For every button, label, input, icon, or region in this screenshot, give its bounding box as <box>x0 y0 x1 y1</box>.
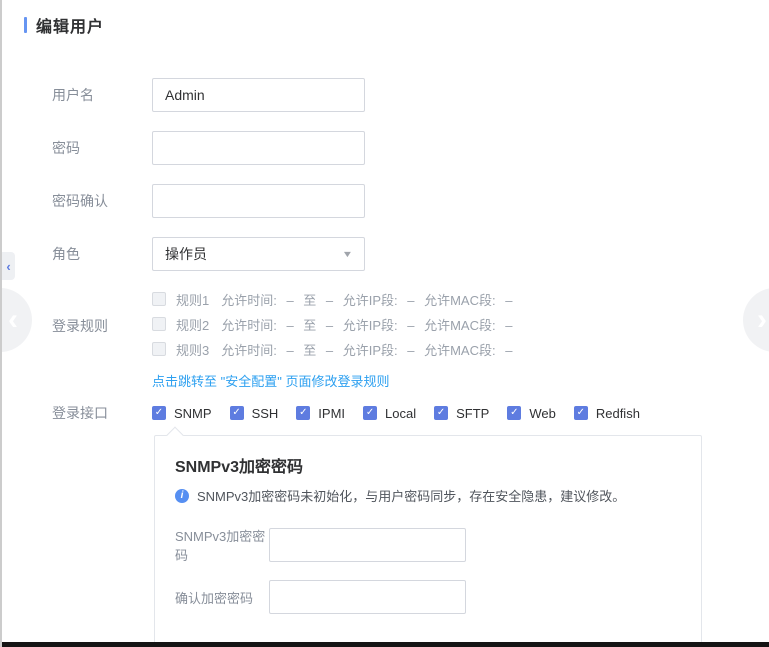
login-rules-row: 登录规则 规则1 允许时间: – 至 – 允许IP段: – 允许MAC段: – … <box>52 290 732 390</box>
login-rule-2: 规则2 允许时间: – 至 – 允许IP段: – 允许MAC段: – <box>152 315 512 333</box>
rule2-checkbox[interactable] <box>152 317 166 331</box>
interface-snmp[interactable]: ✓ SNMP <box>152 406 212 421</box>
checkbox-checked-icon[interactable]: ✓ <box>363 406 377 420</box>
page-header: 编辑用户 <box>24 13 104 37</box>
checkbox-checked-icon[interactable]: ✓ <box>434 406 448 420</box>
login-interfaces-list: ✓ SNMP ✓ SSH ✓ IPMI ✓ Local ✓ SFTP <box>152 406 640 421</box>
interface-web[interactable]: ✓ Web <box>507 406 556 421</box>
password-confirm-label: 密码确认 <box>52 191 152 211</box>
window-bottom-edge <box>2 642 769 647</box>
snmpv3-panel: SNMPv3加密密码 i SNMPv3加密密码未初始化，与用户密码同步，存在安全… <box>154 435 702 647</box>
interface-ssh[interactable]: ✓ SSH <box>230 406 279 421</box>
carousel-prev-button[interactable]: ‹ <box>0 288 32 352</box>
panel-caret <box>167 427 184 444</box>
sidebar-collapse-tab[interactable]: ‹ <box>2 252 15 280</box>
chevron-left-icon: ‹ <box>6 260 10 273</box>
role-row: 角色 操作员 ▼ <box>52 237 732 271</box>
snmpv3-password-label: SNMPv3加密密码 <box>175 526 269 564</box>
role-select[interactable]: 操作员 ▼ <box>152 237 365 271</box>
rule2-detail: 允许时间: – 至 – 允许IP段: – 允许MAC段: – <box>221 315 512 334</box>
checkbox-checked-icon[interactable]: ✓ <box>152 406 166 420</box>
snmpv3-password-row: SNMPv3加密密码 <box>175 526 681 564</box>
carousel-next-button[interactable]: › <box>743 288 769 352</box>
snmpv3-password-input[interactable] <box>269 528 466 562</box>
role-label: 角色 <box>52 244 152 264</box>
rule1-checkbox[interactable] <box>152 292 166 306</box>
password-input[interactable] <box>152 131 365 165</box>
login-rule-1: 规则1 允许时间: – 至 – 允许IP段: – 允许MAC段: – <box>152 290 512 308</box>
edit-user-page: 编辑用户 用户名 密码 密码确认 角色 操作员 ▼ 登录规则 <box>0 0 769 647</box>
username-row: 用户名 <box>52 78 732 112</box>
password-confirm-input[interactable] <box>152 184 365 218</box>
rule1-detail: 允许时间: – 至 – 允许IP段: – 允许MAC段: – <box>221 290 512 309</box>
checkbox-checked-icon[interactable]: ✓ <box>230 406 244 420</box>
interface-ipmi[interactable]: ✓ IPMI <box>296 406 345 421</box>
password-label: 密码 <box>52 138 152 158</box>
login-rules-block: 规则1 允许时间: – 至 – 允许IP段: – 允许MAC段: – 规则2 允… <box>152 290 512 390</box>
role-select-value: 操作员 <box>165 244 207 264</box>
chevron-left-icon: ‹ <box>8 305 18 335</box>
login-interfaces-label: 登录接口 <box>52 403 152 423</box>
username-input[interactable] <box>152 78 365 112</box>
rule3-detail: 允许时间: – 至 – 允许IP段: – 允许MAC段: – <box>221 340 512 359</box>
login-rules-label: 登录规则 <box>52 290 152 336</box>
checkbox-checked-icon[interactable]: ✓ <box>507 406 521 420</box>
snmpv3-confirm-input[interactable] <box>269 580 466 614</box>
rule1-name: 规则1 <box>176 290 209 309</box>
login-interfaces-row: 登录接口 ✓ SNMP ✓ SSH ✓ IPMI ✓ Local <box>52 403 732 423</box>
interface-local[interactable]: ✓ Local <box>363 406 416 421</box>
chevron-down-icon: ▼ <box>342 249 354 259</box>
snmpv3-confirm-label: 确认加密密码 <box>175 588 269 607</box>
rule2-name: 规则2 <box>176 315 209 334</box>
snmpv3-confirm-row: 确认加密密码 <box>175 580 681 614</box>
checkbox-checked-icon[interactable]: ✓ <box>574 406 588 420</box>
title-accent-bar <box>24 17 27 33</box>
interface-redfish[interactable]: ✓ Redfish <box>574 406 640 421</box>
login-rule-3: 规则3 允许时间: – 至 – 允许IP段: – 允许MAC段: – <box>152 340 512 358</box>
chevron-right-icon: › <box>757 305 767 335</box>
snmpv3-password-title: SNMPv3加密密码 <box>175 453 681 477</box>
info-icon: i <box>175 489 189 503</box>
password-row: 密码 <box>52 131 732 165</box>
edit-user-form: 用户名 密码 密码确认 角色 操作员 ▼ 登录规则 规则1 允许时间 <box>52 78 732 647</box>
security-config-link[interactable]: 点击跳转至 "安全配置" 页面修改登录规则 <box>152 371 512 390</box>
snmpv3-notice-text: SNMPv3加密密码未初始化，与用户密码同步，存在安全隐患，建议修改。 <box>197 486 625 505</box>
rule3-name: 规则3 <box>176 340 209 359</box>
interface-sftp[interactable]: ✓ SFTP <box>434 406 489 421</box>
password-confirm-row: 密码确认 <box>52 184 732 218</box>
checkbox-checked-icon[interactable]: ✓ <box>296 406 310 420</box>
snmpv3-notice: i SNMPv3加密密码未初始化，与用户密码同步，存在安全隐患，建议修改。 <box>175 486 681 505</box>
page-title: 编辑用户 <box>36 13 104 37</box>
username-label: 用户名 <box>52 85 152 105</box>
rule3-checkbox[interactable] <box>152 342 166 356</box>
